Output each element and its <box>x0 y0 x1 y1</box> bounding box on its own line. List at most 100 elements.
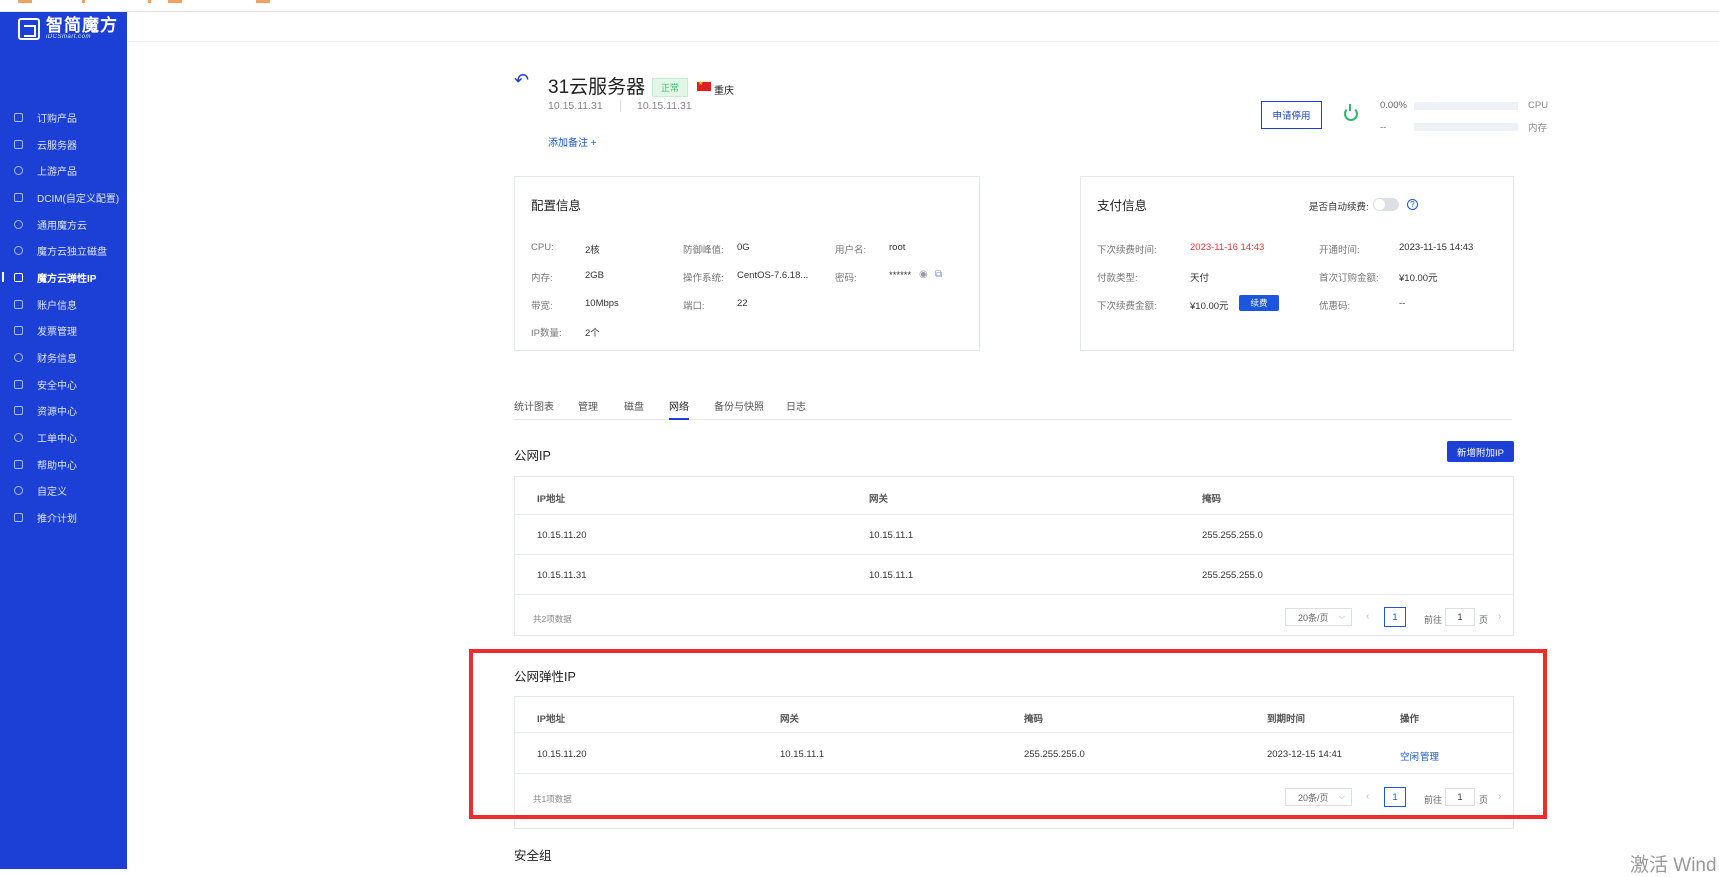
logo-subtitle: iDCSmart.com <box>46 34 92 40</box>
sidebar-item-upstream-products[interactable]: 上游产品 <box>0 157 127 184</box>
row-divider <box>515 554 1513 555</box>
cpu-usage-bar <box>1414 101 1518 110</box>
sidebar-item-cloud-server[interactable]: 云服务器 <box>0 131 127 158</box>
sidebar-item-general-cloud[interactable]: 通用魔方云 <box>0 211 127 238</box>
tab-disk[interactable]: 磁盘 <box>624 398 644 420</box>
config-ip-count-value: 2个 <box>585 325 600 339</box>
referral-icon <box>14 513 23 523</box>
sidebar-item-label: 财务信息 <box>37 354 77 366</box>
cpu-usage: 0.00% CPU <box>1380 100 1548 111</box>
cloud-icon <box>14 219 23 229</box>
config-ddos: 防御峰值: <box>683 242 724 256</box>
table-cell-ip: 10.15.11.20 <box>537 530 587 541</box>
config-bandwidth-key: 带宽: <box>531 301 553 312</box>
table-cell-gateway: 10.15.11.1 <box>869 570 914 581</box>
sidebar-item-order-products[interactable]: 订购产品 <box>0 104 127 131</box>
sidebar-item-account-info[interactable]: 账户信息 <box>0 291 127 318</box>
public-ip-table: IP地址 网关 掩码 10.15.11.20 10.15.11.1 255.25… <box>514 476 1514 636</box>
tab-logs[interactable]: 日志 <box>786 398 806 420</box>
top-tab-marker <box>256 0 270 3</box>
manage-link[interactable]: 管理 <box>1420 749 1439 763</box>
power-icon[interactable] <box>1344 104 1358 121</box>
sidebar-item-label: 自定义 <box>37 487 67 499</box>
sidebar-item-cloud-disk[interactable]: 魔方云独立磁盘 <box>0 237 127 264</box>
sidebar-item-invoice[interactable]: 发票管理 <box>0 318 127 345</box>
product-name: 31云服务器 <box>548 77 646 98</box>
memory-label: 内存 <box>1528 123 1548 134</box>
renew-button[interactable]: 续费 <box>1239 295 1279 311</box>
page-size-select[interactable]: 20条/页 ⌵ <box>1285 788 1352 806</box>
sidebar-item-tickets[interactable]: 工单中心 <box>0 424 127 451</box>
eye-icon[interactable]: ◉ <box>919 269 928 280</box>
goto-label: 前往 <box>1424 615 1443 625</box>
sidebar-item-referral[interactable]: 推介计划 <box>0 504 127 531</box>
add-note-link[interactable]: 添加备注 + <box>548 134 597 149</box>
memory-usage-bar <box>1414 123 1518 131</box>
database-icon <box>14 139 23 149</box>
column-header: IP地址 <box>537 714 565 725</box>
next-amount-key: 下次续费金额: <box>1097 301 1157 312</box>
current-page[interactable]: 1 <box>1384 787 1406 807</box>
column-header: 操作 <box>1400 714 1420 725</box>
config-os-val: CentOS-7.6.18... <box>737 270 809 281</box>
sidebar-item-finance[interactable]: 财务信息 <box>0 344 127 371</box>
table-cell-ip: 10.15.11.20 <box>537 749 587 760</box>
config-ip-count-key: IP数量: <box>531 328 562 339</box>
column-header: 网关 <box>780 714 800 725</box>
sidebar-item-dcim[interactable]: DCIM(自定义配置) <box>0 184 127 211</box>
column-header: IP地址 <box>537 494 565 505</box>
coupon: 优惠码: <box>1319 298 1350 312</box>
config-ip-count: IP数量: <box>531 325 562 339</box>
tab-manage[interactable]: 管理 <box>578 398 598 420</box>
goto-label: 前往 <box>1424 795 1443 805</box>
tab-statistics[interactable]: 统计图表 <box>514 398 554 420</box>
page-size-value: 20条/页 <box>1298 612 1329 623</box>
sidebar-item-label: 帮助中心 <box>37 460 77 472</box>
back-arrow-icon[interactable]: ↶ <box>514 71 532 89</box>
config-password: 密码: <box>835 270 857 284</box>
row-divider <box>515 773 1513 774</box>
next-page-icon[interactable]: › <box>1498 791 1501 802</box>
sidebar-item-security[interactable]: 安全中心 <box>0 371 127 398</box>
next-due-key: 下次续费时间: <box>1097 245 1157 256</box>
memory-usage: -- 内存 <box>1380 120 1548 135</box>
tab-network[interactable]: 网络 <box>669 398 689 420</box>
open-time-val: 2023-11-15 14:43 <box>1399 242 1474 253</box>
page-size-select[interactable]: 20条/页 ⌵ <box>1285 608 1352 626</box>
table-cell-gateway: 10.15.11.1 <box>780 749 825 760</box>
tab-backup-snapshot[interactable]: 备份与快照 <box>714 398 764 420</box>
goto-page-input[interactable]: 1 <box>1445 608 1475 626</box>
pay-type-value: 天付 <box>1190 270 1209 284</box>
goto-page-input[interactable]: 1 <box>1445 788 1475 806</box>
sidebar-item-custom[interactable]: 自定义 <box>0 478 127 505</box>
document-icon <box>14 192 23 202</box>
sidebar-item-resources[interactable]: 资源中心 <box>0 398 127 425</box>
sidebar-item-label: 发票管理 <box>37 327 77 339</box>
idle-link[interactable]: 空闲 <box>1400 749 1419 763</box>
column-header: 到期时间 <box>1267 714 1306 725</box>
row-divider <box>515 594 1513 595</box>
next-due-value: 2023-11-16 14:43 <box>1190 242 1264 253</box>
info-icon[interactable]: ? <box>1407 199 1418 210</box>
prev-page-icon[interactable]: ‹ <box>1366 791 1369 802</box>
next-amount-val: ¥10.00元 <box>1190 301 1229 312</box>
config-username-key: 用户名: <box>835 245 867 256</box>
prev-page-icon[interactable]: ‹ <box>1366 611 1369 622</box>
add-extra-ip-button[interactable]: 新增附加IP <box>1447 441 1514 462</box>
china-flag-icon <box>697 80 711 91</box>
logo[interactable]: 智简魔方 iDCSmart.com <box>18 17 118 40</box>
coupon-value: -- <box>1399 298 1405 309</box>
table-cell-ip: 10.15.11.31 <box>537 570 587 581</box>
sidebar-item-elastic-ip[interactable]: 魔方云弹性IP <box>0 264 127 291</box>
next-page-icon[interactable]: › <box>1498 611 1501 622</box>
payment-card: 支付信息 是否自动续费: ? 下次续费时间: 2023-11-16 14:43 … <box>1080 176 1514 351</box>
top-strip <box>0 0 1719 12</box>
copy-icon[interactable]: ⧉ <box>935 269 942 280</box>
sidebar-item-help[interactable]: 帮助中心 <box>0 451 127 478</box>
auto-renew-toggle[interactable] <box>1373 198 1399 211</box>
apply-stop-button[interactable]: 申请停用 <box>1261 101 1322 129</box>
config-memory-val: 2GB <box>585 270 605 281</box>
auto-renew-text: 是否自动续费: <box>1309 202 1369 213</box>
secondary-ip: 10.15.11.31 <box>637 100 692 112</box>
current-page[interactable]: 1 <box>1384 607 1406 627</box>
